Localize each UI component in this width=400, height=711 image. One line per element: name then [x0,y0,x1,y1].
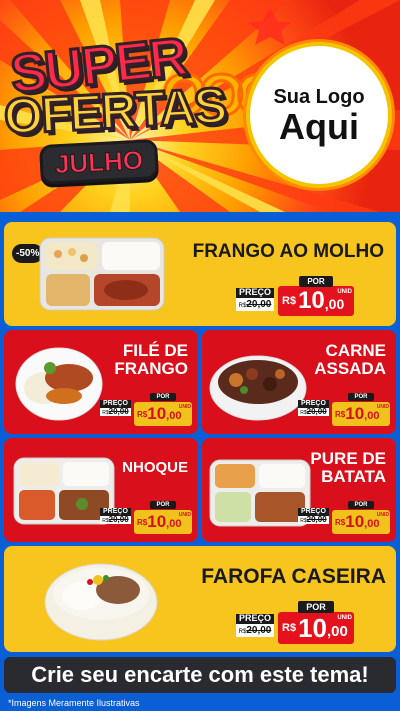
old-price: 20,00 [108,514,129,524]
old-price: 20,00 [306,406,327,416]
old-price: 20,00 [246,298,272,310]
currency: R$ [335,409,346,419]
por-label: POR [299,276,333,287]
product-name: NHOQUE [122,459,188,476]
new-price-int: 10 [147,404,167,423]
old-price: 20,00 [306,514,327,524]
product-name: FAROFA CASEIRA [201,565,386,588]
new-price-dec: ,00 [324,296,345,312]
food-bowl-icon [209,355,307,421]
new-price-int: 10 [345,512,365,531]
old-price: 20,00 [246,624,272,636]
unit-label: UNID [376,512,389,518]
product-name: FRANGO AO MOLHO [192,241,384,262]
currency: R$ [282,295,297,307]
product-card-nhoque[interactable]: NHOQUE PREÇO R$20,00 POR R$ 10 ,00 UNID [4,438,198,542]
currency: R$ [137,409,148,419]
currency: R$ [282,622,297,634]
unit-label: UNID [337,289,352,295]
unit-label: UNID [178,512,191,518]
product-card-file-de-frango[interactable]: FILÉ DE FRANGO PREÇO R$20,00 POR R$ 10 ,… [4,330,198,434]
disclaimer: *Imagens Meramente Ilustrativas [8,698,140,708]
new-price-dec: ,00 [166,518,182,530]
por-label: POR [150,501,176,509]
new-price-dec: ,00 [166,410,182,422]
new-price-int: 10 [345,404,365,423]
food-bowl-icon [44,563,158,641]
por-label: POR [348,393,374,401]
product-card-farofa-caseira[interactable]: FAROFA CASEIRA PREÇO R$20,00 POR R$ 10 ,… [4,546,396,652]
new-price-dec: ,00 [326,622,348,640]
logo-text-2: Aqui [279,105,359,147]
cta-banner[interactable]: Crie seu encarte com este tema! [4,657,396,693]
product-card-frango-ao-molho[interactable]: -50% FRANGO AO MOLHO PREÇO R$20,00 POR R… [4,222,396,326]
price-tag: PREÇO R$20,00 POR R$ 10 ,00 UNID [236,274,388,318]
price-tag: PREÇO R$20,00 POR R$ 10 ,00 UNID [100,393,194,428]
new-price-dec: ,00 [364,518,380,530]
new-price-int: 10 [298,612,327,643]
price-label: PREÇO [236,613,275,624]
new-price-dec: ,00 [364,410,380,422]
price-label: PREÇO [236,287,275,298]
unit-label: UNID [376,404,389,410]
new-price-int: 10 [298,287,325,314]
logo-placeholder[interactable]: Sua Logo Aqui [246,42,392,188]
new-price-int: 10 [147,512,167,531]
month-badge: JULHO [39,138,159,186]
por-label: POR [298,601,334,613]
price-tag: PREÇO R$20,00 POR R$ 10 ,00 UNID [298,393,392,428]
old-price: 20,00 [108,406,129,416]
price-tag: PREÇO R$20,00 POR R$ 10 ,00 UNID [236,598,388,646]
currency: R$ [335,517,346,527]
hero-title-ofertas: OFERTAS [1,76,228,146]
product-name: CARNE ASSADA [314,341,386,379]
unit-label: UNID [337,615,352,621]
food-plate-icon [15,347,103,421]
unit-label: UNID [178,404,191,410]
price-tag: PREÇO R$20,00 POR R$ 10 ,00 UNID [298,501,392,536]
product-card-pure-de-batata[interactable]: PURE DE BATATA PREÇO R$20,00 POR R$ 10 ,… [202,438,396,542]
product-name: PURE DE BATATA [310,449,386,487]
product-card-carne-assada[interactable]: CARNE ASSADA PREÇO R$20,00 POR R$ 10 ,00… [202,330,396,434]
price-tag: PREÇO R$20,00 POR R$ 10 ,00 UNID [100,501,194,536]
por-label: POR [150,393,176,401]
food-tray-icon [39,237,165,311]
hero-banner: OOO SUPER OFERTAS JULHO Sua Logo Aqui [0,0,400,212]
por-label: POR [348,501,374,509]
currency: R$ [137,517,148,527]
product-name: FILÉ DE FRANGO [114,341,188,379]
